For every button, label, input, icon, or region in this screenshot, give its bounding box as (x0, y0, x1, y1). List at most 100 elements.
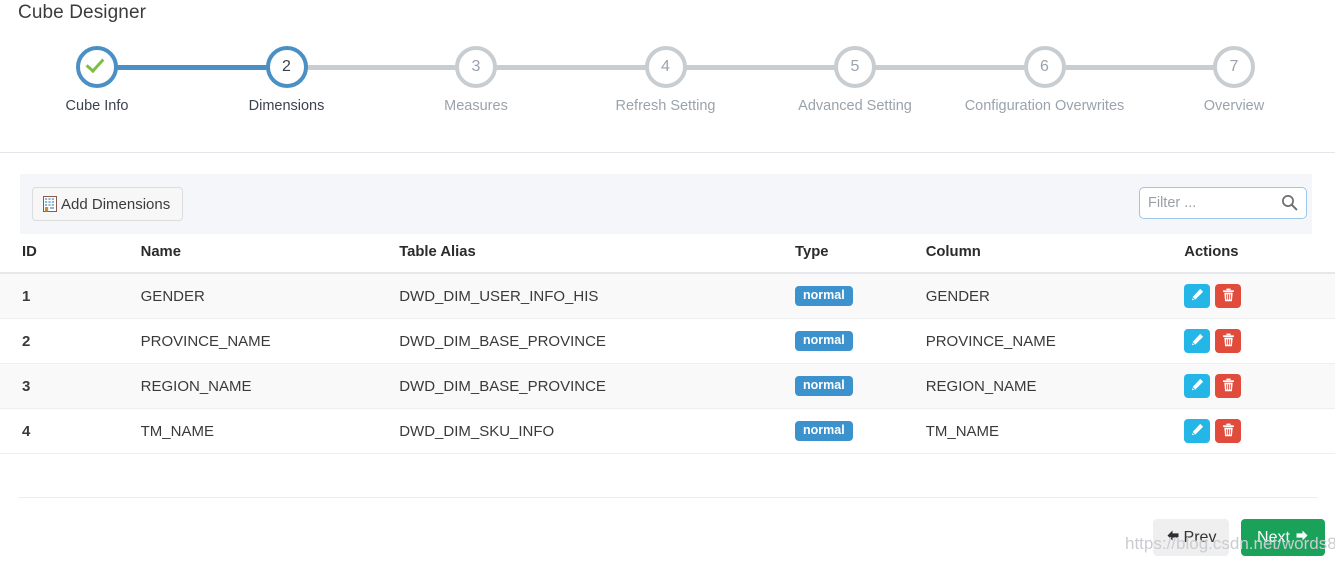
column-header-column[interactable]: Column (925, 236, 1185, 274)
step-label-3: Measures (444, 98, 508, 114)
step-label-7: Overview (1203, 98, 1265, 114)
step-label-1: Cube Info (65, 98, 129, 114)
pencil-icon (1191, 423, 1204, 439)
step-7[interactable]: 7 Overview (1145, 46, 1323, 114)
step-connector-6 (1062, 65, 1216, 70)
cell-id: 3 (0, 363, 79, 409)
search-icon[interactable] (1281, 194, 1298, 211)
trash-icon (1222, 288, 1235, 305)
column-header-alias[interactable]: Table Alias (399, 236, 796, 274)
cell-id: 4 (0, 408, 79, 454)
filter-input[interactable] (1140, 188, 1276, 218)
arrow-right-icon (1295, 529, 1309, 547)
step-6[interactable]: 6 Configuration Overwrites (956, 46, 1134, 114)
step-connector-5 (873, 65, 1027, 70)
column-header-name[interactable]: Name (78, 236, 400, 274)
building-icon (43, 196, 57, 212)
next-button[interactable]: Next (1241, 519, 1325, 556)
cell-name: GENDER (78, 273, 400, 319)
type-badge: normal (795, 421, 853, 441)
pencil-icon (1191, 288, 1204, 304)
prev-button[interactable]: Prev (1153, 519, 1229, 556)
step-circle-1[interactable] (76, 46, 118, 88)
cell-name: TM_NAME (78, 408, 400, 454)
step-circle-3[interactable]: 3 (455, 46, 497, 88)
cell-table-alias: DWD_DIM_BASE_PROVINCE (399, 363, 796, 409)
table-toolbar: Add Dimensions (20, 174, 1312, 234)
cell-table-alias: DWD_DIM_USER_INFO_HIS (399, 273, 796, 319)
step-label-4: Refresh Setting (615, 98, 716, 114)
cell-actions (1184, 273, 1335, 319)
trash-icon (1222, 423, 1235, 440)
prev-label: Prev (1183, 528, 1217, 546)
add-dimensions-button[interactable]: Add Dimensions (32, 187, 184, 221)
pencil-icon (1191, 333, 1204, 349)
cell-id: 2 (0, 318, 79, 364)
step-connector-3 (494, 65, 648, 70)
type-badge: normal (795, 331, 853, 351)
dimensions-table: ID Name Table Alias Type Column Actions … (0, 236, 1335, 454)
trash-icon (1222, 378, 1235, 395)
step-label-2: Dimensions (248, 98, 325, 114)
step-2[interactable]: 2 Dimensions (198, 46, 376, 114)
cell-type: normal (795, 363, 926, 409)
step-circle-7[interactable]: 7 (1213, 46, 1255, 88)
cell-type: normal (795, 273, 926, 319)
delete-row-button[interactable] (1215, 329, 1242, 353)
step-1[interactable]: Cube Info (8, 46, 186, 114)
delete-row-button[interactable] (1215, 284, 1242, 308)
cell-table-alias: DWD_DIM_SKU_INFO (399, 408, 796, 454)
wizard-stepper: Cube Info 2 Dimensions 3 Measures 4 Refresh Se… (0, 46, 1335, 142)
delete-row-button[interactable] (1215, 419, 1242, 443)
cell-actions (1184, 363, 1335, 409)
footer-divider (18, 497, 1318, 498)
delete-row-button[interactable] (1215, 374, 1242, 398)
cell-table-alias: DWD_DIM_BASE_PROVINCE (399, 318, 796, 364)
column-header-actions: Actions (1184, 236, 1335, 274)
cell-column: REGION_NAME (925, 363, 1185, 409)
cell-name: REGION_NAME (78, 363, 400, 409)
type-badge: normal (795, 376, 853, 396)
edit-row-button[interactable] (1184, 374, 1211, 398)
step-label-5: Advanced Setting (798, 98, 912, 114)
cell-column: GENDER (925, 273, 1185, 319)
cell-actions (1184, 318, 1335, 364)
step-3[interactable]: 3 Measures (387, 46, 565, 114)
pencil-icon (1191, 378, 1204, 394)
table-row[interactable]: 1 GENDER DWD_DIM_USER_INFO_HIS normal GENDER (0, 273, 1335, 319)
cell-type: normal (795, 318, 926, 364)
type-badge: normal (795, 286, 853, 306)
page-title: Cube Designer (18, 2, 147, 23)
next-label: Next (1257, 528, 1290, 546)
step-circle-6[interactable]: 6 (1023, 46, 1066, 88)
step-connector-4 (683, 65, 837, 70)
add-dimensions-label: Add Dimensions (61, 195, 171, 213)
table-row[interactable]: 4 TM_NAME DWD_DIM_SKU_INFO normal TM_NAME (0, 408, 1335, 454)
column-header-id[interactable]: ID (0, 236, 79, 274)
cell-name: PROVINCE_NAME (78, 318, 400, 364)
step-connector-2 (304, 65, 458, 70)
cell-type: normal (795, 408, 926, 454)
arrow-left-icon (1166, 529, 1180, 547)
check-icon (80, 50, 114, 84)
step-5[interactable]: 5 Advanced Setting (766, 46, 944, 114)
edit-row-button[interactable] (1184, 284, 1211, 308)
header-divider (0, 152, 1335, 153)
cell-column: PROVINCE_NAME (925, 318, 1185, 364)
table-row[interactable]: 3 REGION_NAME DWD_DIM_BASE_PROVINCE normal R… (0, 363, 1335, 409)
trash-icon (1222, 333, 1235, 350)
edit-row-button[interactable] (1184, 329, 1211, 353)
table-row[interactable]: 2 PROVINCE_NAME DWD_DIM_BASE_PROVINCE norma… (0, 318, 1335, 364)
step-circle-2[interactable]: 2 (265, 46, 308, 88)
step-circle-5[interactable]: 5 (834, 46, 876, 88)
column-header-type[interactable]: Type (795, 236, 926, 274)
filter-box[interactable] (1139, 187, 1307, 219)
cell-id: 1 (0, 273, 79, 319)
step-circle-4[interactable]: 4 (644, 46, 687, 88)
step-4[interactable]: 4 Refresh Setting (577, 46, 755, 114)
step-label-6: Configuration Overwrites (964, 98, 1125, 114)
edit-row-button[interactable] (1184, 419, 1211, 443)
cell-actions (1184, 408, 1335, 454)
table-header-row: ID Name Table Alias Type Column Actions (0, 236, 1335, 274)
cell-column: TM_NAME (925, 408, 1185, 454)
